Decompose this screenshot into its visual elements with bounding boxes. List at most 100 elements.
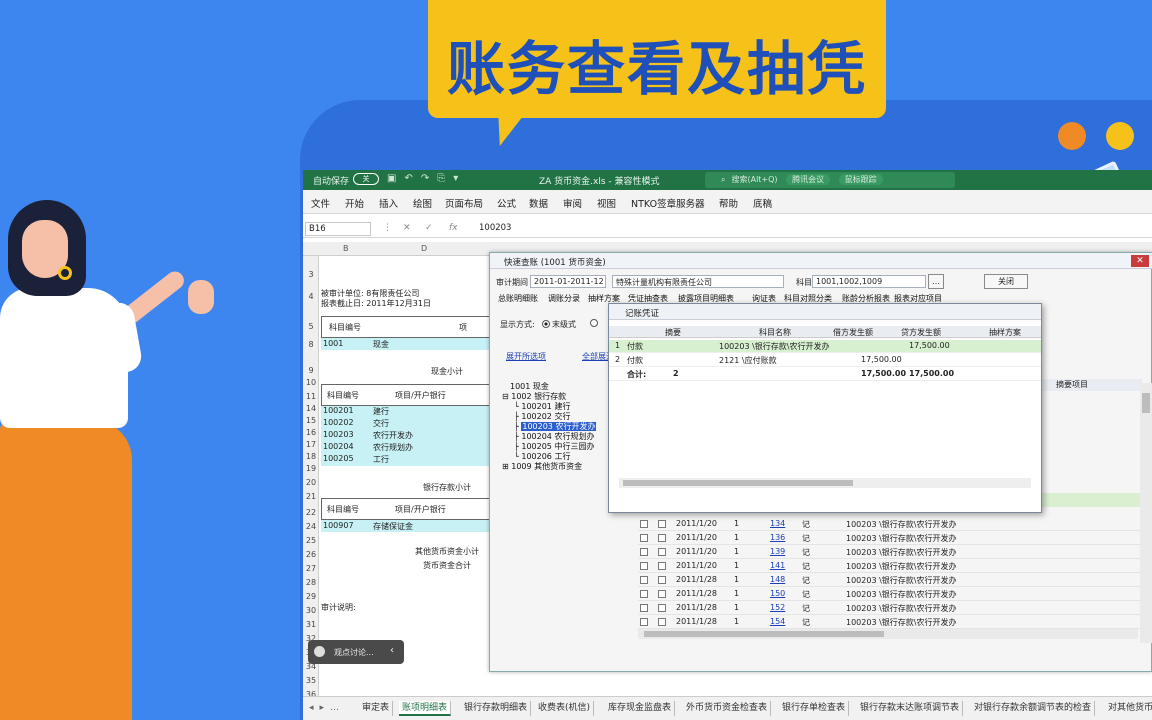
col-sampling[interactable]: 抽样方案 [989,327,1021,338]
row-header[interactable]: 17 [303,440,319,449]
audit-note[interactable]: 审计说明: [321,602,356,613]
period-select[interactable]: 2011-01-2011-12 [530,275,606,288]
cash-name[interactable]: 现金 [373,339,389,350]
bank-code[interactable]: 100205 [323,454,354,463]
menu-data[interactable]: 数据 [529,196,548,210]
row-header[interactable]: 22 [303,508,319,517]
checkbox[interactable] [640,534,648,542]
row-header[interactable]: 8 [303,340,319,349]
entry-row[interactable]: 2011/1/28 1 148 记 100203 \银行存款\农行开发办 [638,573,1148,587]
sheet-tab[interactable]: 审定表 [359,701,394,716]
entry-row[interactable]: 2011/1/28 1 152 记 100203 \银行存款\农行开发办 [638,601,1148,615]
expand-selected-link[interactable]: 展开所选项 [506,351,546,362]
row-header[interactable]: 26 [303,550,319,559]
checkbox[interactable] [640,520,648,528]
bank-name[interactable]: 交行 [373,418,389,429]
sheet-tab[interactable]: 对银行存款余额调节表的检查 [971,701,1096,716]
other-header-code[interactable]: 科目编号 [327,504,359,515]
horizontal-scrollbar[interactable] [638,629,1138,639]
col-credit[interactable]: 贷方发生额 [901,327,941,338]
confirm-icon[interactable]: ✓ [425,223,433,233]
row-header[interactable]: 15 [303,416,319,425]
checkbox[interactable] [658,604,666,612]
checkbox[interactable] [658,618,666,626]
row-header[interactable]: 31 [303,620,319,629]
cash-row[interactable] [321,338,491,350]
row-header[interactable]: 24 [303,522,319,531]
row-header[interactable]: 25 [303,536,319,545]
checkbox[interactable] [658,520,666,528]
checkbox[interactable] [640,548,648,556]
more-icon[interactable]: ⋮ [383,223,392,233]
menu-page-layout[interactable]: 页面布局 [445,196,483,210]
col-summary[interactable]: 摘要 [665,327,681,338]
menu-help[interactable]: 帮助 [719,196,738,210]
bank-name[interactable]: 农行开发办 [373,430,413,441]
other-code[interactable]: 100907 [323,521,354,530]
entry-row[interactable]: 2011/1/28 1 154 记 100203 \银行存款\农行开发办 [638,615,1148,629]
row-header[interactable]: 35 [303,676,319,685]
checkbox[interactable] [658,590,666,598]
sheet-tab[interactable]: 收费表(机信) [535,701,595,716]
menu-file[interactable]: 文件 [311,196,330,210]
bank-code[interactable]: 100202 [323,418,354,427]
entry-row[interactable]: 2011/1/28 1 150 记 100203 \银行存款\农行开发办 [638,587,1148,601]
sheet-tab[interactable]: 银行存单检查表 [779,701,850,716]
col-debit[interactable]: 借方发生额 [833,327,873,338]
grand-total[interactable]: 货币资金合计 [423,560,471,571]
row-header[interactable]: 20 [303,478,319,487]
menu-formulas[interactable]: 公式 [497,196,516,210]
row-header[interactable]: 14 [303,404,319,413]
entry-row[interactable]: 2011/1/20 1 134 记 100203 \银行存款\农行开发办 [638,517,1148,531]
voucher-scrollbar[interactable] [619,478,1031,488]
row-header[interactable]: 5 [303,322,319,331]
company-select[interactable]: 特殊计量机构有限责任公司 [612,275,784,288]
sheet-nav-icons[interactable]: ◂▸… [309,703,345,713]
name-box[interactable]: B16 [305,222,371,236]
tab-adjust[interactable]: 调账分录 [548,293,580,304]
bank-subtotal[interactable]: 银行存款小计 [423,482,471,493]
bank-name[interactable]: 工行 [373,454,389,465]
checkbox[interactable] [640,576,648,584]
menu-insert[interactable]: 插入 [379,196,398,210]
row-header[interactable]: 21 [303,492,319,501]
bank-code[interactable]: 100201 [323,406,354,415]
header-code[interactable]: 科目编号 [329,322,361,333]
checkbox[interactable] [658,562,666,570]
checkbox[interactable] [658,576,666,584]
sheet-tab[interactable]: 对其他货币 [1105,701,1152,716]
bank-header-code[interactable]: 科目编号 [327,390,359,401]
tab-ledger[interactable]: 总账明细账 [498,293,538,304]
entry-row[interactable]: 2011/1/20 1 136 记 100203 \银行存款\农行开发办 [638,531,1148,545]
function-icon[interactable]: fx [449,223,458,233]
autosave-toggle[interactable]: 关 [353,173,379,185]
summary-column-header[interactable]: 摘要项目 [1042,379,1142,391]
bank-code[interactable]: 100203 [323,430,354,439]
report-date[interactable]: 报表截止日: 2011年12月31日 [321,298,431,309]
row-header[interactable]: 28 [303,578,319,587]
quick-access-icons[interactable]: ▣↶↷⎘▾ [387,173,466,184]
row-header[interactable]: 30 [303,606,319,615]
bank-name[interactable]: 农行规划办 [373,442,413,453]
other-header-name[interactable]: 项目/开户银行 [395,504,446,515]
close-button[interactable]: 关闭 [984,274,1028,289]
close-icon[interactable]: ✕ [1131,255,1149,267]
row-header[interactable]: 9 [303,366,319,375]
radio-other[interactable] [586,319,600,328]
voucher-row[interactable]: 1 付款 100203 \银行存款\农行开发办 17,500.00 [609,340,1041,353]
chevron-left-icon[interactable]: ‹ [390,645,394,656]
menu-workpaper[interactable]: 底稿 [753,196,772,210]
sheet-tab-active[interactable]: 账项明细表 [399,701,452,716]
row-header[interactable]: 11 [303,392,319,401]
tree-node[interactable]: ⊞ 1009 其他货币资金 [502,461,582,472]
sheet-tab[interactable]: 银行存款明细表 [461,701,532,716]
menu-home[interactable]: 开始 [345,196,364,210]
menu-review[interactable]: 审阅 [563,196,582,210]
row-header[interactable]: 29 [303,592,319,601]
row-header[interactable]: 16 [303,428,319,437]
formula-input[interactable]: 100203 [479,223,511,233]
row-header[interactable]: 19 [303,464,319,473]
search-box[interactable]: ⌕ 搜索(Alt+Q) 腾讯会议 鼠标跟踪 [705,172,955,188]
checkbox[interactable] [658,534,666,542]
header-item[interactable]: 项 [459,322,467,333]
